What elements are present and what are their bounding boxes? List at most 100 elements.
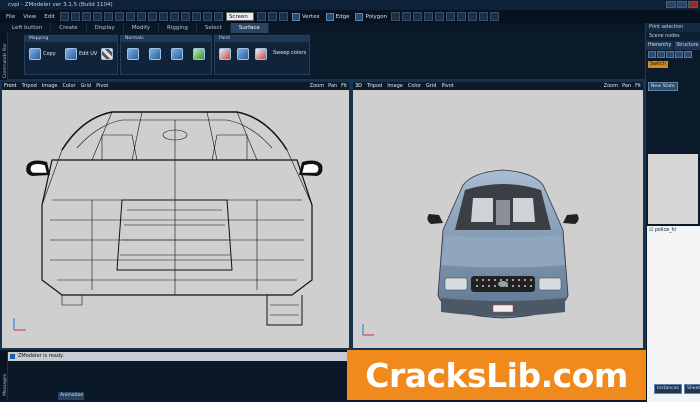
node-preview-area[interactable] (648, 154, 698, 224)
normals-button-4[interactable] (193, 48, 205, 60)
copy-button[interactable]: Copy (29, 48, 56, 60)
grid-icon[interactable] (180, 12, 190, 21)
select-all-icon[interactable] (402, 12, 412, 21)
tab-instances[interactable]: Instances (654, 384, 682, 394)
edge-icon (325, 12, 334, 21)
copy-icon[interactable] (125, 12, 135, 21)
vp-pan[interactable]: Pan (328, 82, 337, 90)
vp-fit[interactable]: Fit (341, 82, 347, 90)
select-none-icon[interactable] (413, 12, 423, 21)
paint-button-2[interactable] (237, 48, 249, 60)
messages-strip[interactable]: Messages (0, 352, 8, 400)
viewport-name[interactable]: 3D (355, 82, 362, 90)
light-icon[interactable] (213, 12, 223, 21)
vp-tripod[interactable]: Tripod (22, 82, 37, 90)
lock-icon[interactable] (191, 12, 201, 21)
vp-pan[interactable]: Pan (622, 82, 631, 90)
tab-left-button[interactable]: Left button (0, 23, 52, 33)
viewport-name[interactable]: Front (4, 82, 17, 90)
new-state-button[interactable]: New State (648, 82, 678, 91)
mode-edge[interactable]: Edge (323, 12, 353, 21)
detach-icon[interactable] (479, 12, 489, 21)
new-icon[interactable] (59, 12, 69, 21)
node-tree: ☑ police_hi (647, 226, 700, 402)
tab-create[interactable]: Create (51, 23, 87, 33)
tab-display[interactable]: Display (87, 23, 124, 33)
switch-button[interactable]: Switch (648, 61, 668, 68)
minimize-button[interactable] (666, 1, 676, 8)
normals-button-3[interactable] (171, 48, 183, 60)
menu-view[interactable]: View (19, 14, 40, 20)
paste-icon[interactable] (136, 12, 146, 21)
node-tool-4[interactable] (675, 51, 683, 58)
animation-tab[interactable]: Animation (58, 392, 84, 400)
perspective-viewport[interactable]: 3D Tripod Image Color Grid Pivot Zoom Pa… (351, 80, 645, 350)
checkbox-icon[interactable]: ☑ (649, 228, 653, 233)
node-tool-5[interactable] (684, 51, 692, 58)
tab-surface[interactable]: Surface (230, 23, 269, 33)
mode-vertex[interactable]: Vertex (289, 12, 323, 21)
cut-icon[interactable] (114, 12, 124, 21)
redo-icon[interactable] (103, 12, 113, 21)
front-viewport[interactable]: Front Tripod Image Color Grid Pivot Zoom… (0, 80, 351, 350)
group-icon[interactable] (446, 12, 456, 21)
front-viewport-canvas[interactable] (2, 90, 349, 348)
paint-button-3[interactable] (255, 48, 267, 60)
info-icon (10, 354, 15, 359)
close-button[interactable] (688, 1, 698, 8)
vp-color[interactable]: Color (63, 82, 76, 90)
ungroup-icon[interactable] (457, 12, 467, 21)
menu-file[interactable]: File (2, 14, 19, 20)
node-tool-2[interactable] (657, 51, 665, 58)
tab-select[interactable]: Select (197, 23, 231, 33)
normals-button-2[interactable] (149, 48, 161, 60)
vp-grid[interactable]: Grid (81, 82, 92, 90)
vp-fit[interactable]: Fit (635, 82, 641, 90)
sweep-colors-button[interactable]: Sweep colors (273, 50, 306, 56)
vp-pivot[interactable]: Pivot (441, 82, 453, 90)
checker-button[interactable] (101, 48, 113, 60)
vp-tripod[interactable]: Tripod (367, 82, 382, 90)
find-icon[interactable] (158, 12, 168, 21)
print-selection-button[interactable]: Print selection (646, 23, 700, 32)
paint-button-1[interactable] (219, 48, 231, 60)
tab-hierarchy[interactable]: Hierarchy (646, 41, 674, 50)
vp-zoom[interactable]: Zoom (310, 82, 324, 90)
weld-icon[interactable] (490, 12, 500, 21)
normals-button-1[interactable] (127, 48, 139, 60)
unhide-icon[interactable] (435, 12, 445, 21)
save-icon[interactable] (81, 12, 91, 21)
open-icon[interactable] (70, 12, 80, 21)
polygon-icon (355, 12, 364, 21)
tab-modify[interactable]: Modify (124, 23, 160, 33)
delete-icon[interactable] (147, 12, 157, 21)
object-mode-icon[interactable] (391, 12, 401, 21)
maximize-button[interactable] (677, 1, 687, 8)
normals-group: Normals (120, 35, 212, 75)
tab-sheets[interactable]: Sheets (683, 384, 700, 394)
tree-item-police-hi[interactable]: ☑ police_hi (649, 228, 698, 233)
node-tool-3[interactable] (666, 51, 674, 58)
coordinate-system-select[interactable]: Screen (225, 12, 254, 21)
mode-polygon[interactable]: Polygon (352, 12, 390, 21)
rotate-icon[interactable] (267, 12, 277, 21)
tab-rigging[interactable]: Rigging (159, 23, 197, 33)
vp-pivot[interactable]: Pivot (96, 82, 108, 90)
undo-icon[interactable] (92, 12, 102, 21)
vp-image[interactable]: Image (387, 82, 403, 90)
snap-icon[interactable] (169, 12, 179, 21)
vp-grid[interactable]: Grid (426, 82, 437, 90)
layer-icon[interactable] (202, 12, 212, 21)
scale-icon[interactable] (278, 12, 288, 21)
attach-icon[interactable] (468, 12, 478, 21)
hide-icon[interactable] (424, 12, 434, 21)
perspective-viewport-canvas[interactable] (353, 90, 643, 348)
menu-edit[interactable]: Edit (40, 14, 59, 20)
vp-color[interactable]: Color (408, 82, 421, 90)
node-tool-1[interactable] (648, 51, 656, 58)
vp-image[interactable]: Image (42, 82, 58, 90)
move-icon[interactable] (256, 12, 266, 21)
tab-structure[interactable]: Structure (674, 41, 700, 50)
edit-uv-button[interactable]: Edit UV (65, 48, 97, 60)
vp-zoom[interactable]: Zoom (604, 82, 618, 90)
